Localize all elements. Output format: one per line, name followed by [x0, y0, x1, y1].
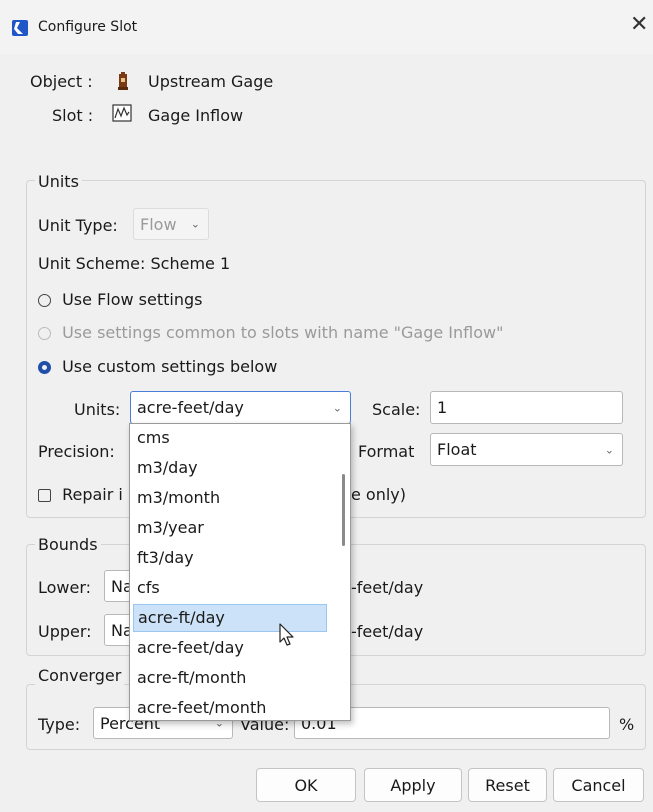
series-slot-icon: [112, 104, 132, 122]
checkbox-unchecked[interactable]: [38, 489, 51, 502]
units-dropdown-list: cms m3/day m3/month m3/year ft3/day cfs …: [129, 423, 351, 721]
convergence-group-legend: Converger: [35, 666, 125, 685]
units-option-highlighted[interactable]: acre-ft/day: [133, 604, 327, 632]
scale-input[interactable]: 1: [430, 391, 623, 424]
precision-label: Precision:: [38, 442, 115, 461]
radio-flow-label: Use Flow settings: [62, 290, 203, 309]
close-icon[interactable]: ✕: [630, 14, 648, 36]
units-option[interactable]: m3/month: [133, 484, 327, 512]
units-option[interactable]: acre-feet/month: [133, 694, 327, 722]
repair-label-start: Repair i: [62, 485, 123, 504]
lower-units: -feet/day: [351, 578, 424, 597]
unit-type-label: Unit Type:: [38, 216, 118, 235]
units-option[interactable]: cfs: [133, 574, 327, 602]
apply-button[interactable]: Apply: [364, 768, 462, 802]
scale-label: Scale:: [372, 400, 421, 419]
units-option[interactable]: ft3/day: [133, 544, 327, 572]
mouse-cursor-icon: [279, 623, 294, 646]
format-select[interactable]: Float ⌄: [430, 433, 623, 466]
radio-unchecked[interactable]: [38, 294, 51, 307]
unit-scheme-text: Unit Scheme: Scheme 1: [38, 254, 231, 273]
lower-label: Lower:: [38, 578, 92, 597]
cancel-button[interactable]: Cancel: [553, 768, 644, 802]
gage-icon: [118, 72, 128, 90]
window-title: Configure Slot: [38, 19, 138, 35]
units-option[interactable]: m3/year: [133, 514, 327, 542]
units-label: Units:: [74, 400, 121, 419]
reset-button[interactable]: Reset: [468, 768, 547, 802]
radio-use-common-settings: Use settings common to slots with name "…: [38, 323, 503, 342]
object-label: Object :: [30, 72, 93, 91]
object-name: Upstream Gage: [148, 72, 274, 91]
upper-label: Upper:: [38, 622, 92, 641]
format-label: Format: [358, 442, 415, 461]
percent-sign: %: [619, 715, 635, 734]
slot-label: Slot :: [52, 106, 94, 125]
chevron-down-icon: ⌄: [604, 443, 614, 456]
repair-label-end: e only): [351, 485, 407, 504]
slot-name: Gage Inflow: [148, 106, 244, 125]
units-option[interactable]: acre-feet/day: [133, 634, 327, 662]
radio-common-label: Use settings common to slots with name "…: [62, 323, 504, 342]
upper-units: -feet/day: [351, 622, 424, 641]
radio-disabled: [38, 327, 51, 340]
format-value: Float: [437, 440, 477, 459]
chevron-down-icon: ⌄: [190, 217, 200, 231]
app-logo-icon: [12, 20, 28, 36]
radio-custom-label: Use custom settings below: [62, 357, 278, 376]
chevron-down-icon: ⌄: [332, 401, 342, 414]
units-option[interactable]: acre-ft/month: [133, 664, 327, 692]
dropdown-scrollbar[interactable]: [342, 474, 345, 546]
units-option[interactable]: cms: [133, 424, 327, 452]
units-select-value: acre-feet/day: [137, 398, 244, 417]
units-option[interactable]: m3/day: [133, 454, 327, 482]
repair-checkbox[interactable]: Repair i: [38, 485, 123, 504]
scale-value: 1: [437, 398, 448, 417]
unit-type-value: Flow: [140, 214, 177, 234]
radio-checked[interactable]: [38, 361, 51, 374]
bounds-group-legend: Bounds: [35, 535, 101, 554]
radio-use-custom-settings[interactable]: Use custom settings below: [38, 357, 277, 376]
unit-type-select: Flow ⌄: [133, 208, 209, 240]
type-label: Type:: [38, 715, 81, 734]
units-group-legend: Units: [35, 172, 82, 191]
ok-button[interactable]: OK: [256, 768, 356, 802]
radio-use-flow-settings[interactable]: Use Flow settings: [38, 290, 202, 309]
units-select[interactable]: acre-feet/day ⌄: [130, 391, 351, 424]
